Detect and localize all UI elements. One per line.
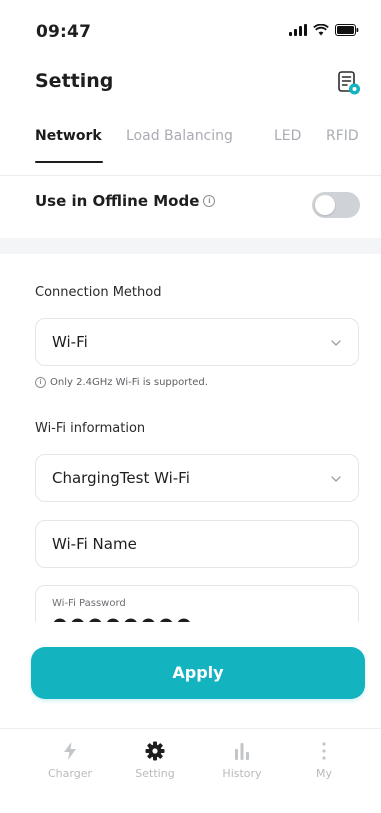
connection-method-value: Wi-Fi bbox=[52, 333, 88, 351]
signal-icon bbox=[289, 24, 307, 36]
more-vertical-icon bbox=[322, 742, 326, 760]
connection-note: i Only 2.4GHz Wi-Fi is supported. bbox=[35, 377, 208, 388]
battery-icon bbox=[335, 24, 359, 36]
wifi-password-label: Wi-Fi Password bbox=[52, 598, 126, 609]
active-tab-indicator bbox=[35, 161, 103, 163]
wifi-info-label: Wi-Fi information bbox=[35, 421, 146, 436]
connection-note-text: Only 2.4GHz Wi-Fi is supported. bbox=[50, 377, 208, 388]
status-bar: 09:47 bbox=[0, 0, 381, 62]
lightning-icon bbox=[64, 742, 76, 760]
nav-setting-label: Setting bbox=[135, 767, 175, 780]
settings-tabs: Network Load Balancing LED RFID bbox=[35, 128, 381, 164]
gear-icon bbox=[145, 741, 165, 761]
document-settings-icon[interactable] bbox=[336, 70, 362, 96]
connection-method-label: Connection Method bbox=[35, 285, 162, 300]
nav-my-label: My bbox=[315, 767, 332, 780]
wifi-name-placeholder: Wi-Fi Name bbox=[52, 535, 137, 553]
chevron-down-icon bbox=[331, 476, 341, 482]
info-icon[interactable]: i bbox=[203, 195, 216, 207]
tab-network[interactable]: Network bbox=[35, 128, 102, 144]
wifi-name-input[interactable]: Wi-Fi Name bbox=[35, 520, 359, 568]
status-time: 09:47 bbox=[36, 22, 92, 42]
status-icons bbox=[289, 24, 359, 36]
tab-load-balancing[interactable]: Load Balancing bbox=[126, 128, 233, 144]
wifi-icon bbox=[313, 24, 329, 36]
bottom-nav: Charger Setting History My bbox=[0, 728, 381, 813]
connection-method-select[interactable]: Wi-Fi bbox=[35, 318, 359, 366]
page-title: Setting bbox=[35, 70, 114, 92]
tab-rfid[interactable]: RFID bbox=[326, 128, 359, 144]
nav-charger-label: Charger bbox=[48, 767, 92, 780]
offline-mode-label: Use in Offline Mode bbox=[35, 192, 200, 210]
offline-mode-row: Use in Offline Mode i bbox=[35, 192, 216, 210]
nav-my[interactable]: My bbox=[289, 741, 359, 780]
nav-history[interactable]: History bbox=[207, 741, 277, 780]
bar-chart-icon bbox=[235, 743, 249, 760]
nav-history-label: History bbox=[222, 767, 262, 780]
settings-screen: 09:47 Setting Network Load Balancing LED… bbox=[0, 0, 381, 813]
chevron-down-icon bbox=[331, 340, 341, 346]
section-separator bbox=[0, 238, 381, 254]
toggle-knob bbox=[315, 195, 335, 215]
tabs-divider bbox=[0, 175, 381, 176]
wifi-network-value: ChargingTest Wi-Fi bbox=[52, 469, 190, 487]
tab-led[interactable]: LED bbox=[274, 128, 301, 144]
nav-setting[interactable]: Setting bbox=[120, 741, 190, 780]
offline-mode-toggle[interactable] bbox=[312, 192, 360, 218]
nav-charger[interactable]: Charger bbox=[35, 741, 105, 780]
info-icon: i bbox=[35, 377, 46, 388]
scroll-fade bbox=[0, 622, 381, 634]
apply-button[interactable]: Apply bbox=[31, 647, 365, 699]
wifi-network-select[interactable]: ChargingTest Wi-Fi bbox=[35, 454, 359, 502]
